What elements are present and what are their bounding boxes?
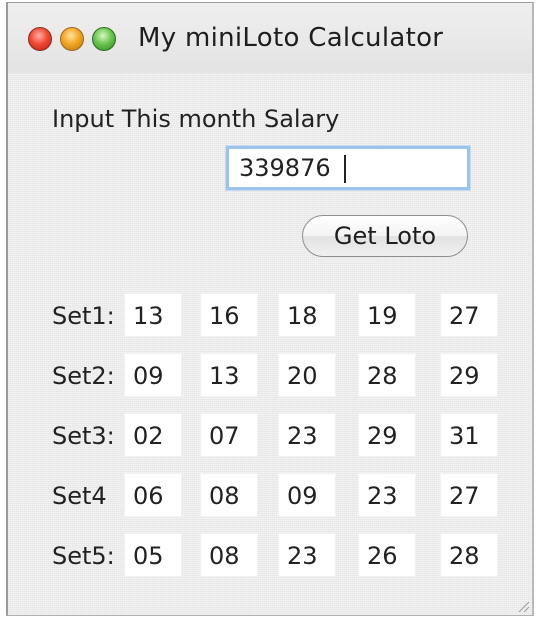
- loto-number-cell[interactable]: 05: [124, 533, 182, 577]
- set-label: Set4: [52, 482, 107, 510]
- loto-number-cell[interactable]: 13: [124, 293, 182, 337]
- loto-number-cell[interactable]: 29: [358, 413, 416, 457]
- loto-number-cell[interactable]: 16: [200, 293, 258, 337]
- close-window-button[interactable]: [28, 27, 52, 51]
- zoom-window-button[interactable]: [92, 27, 116, 51]
- set-label: Set1:: [52, 302, 115, 330]
- loto-number-cell[interactable]: 27: [440, 293, 498, 337]
- loto-number-cell[interactable]: 23: [278, 413, 336, 457]
- loto-number-cell[interactable]: 18: [278, 293, 336, 337]
- loto-number-cell[interactable]: 27: [440, 473, 498, 517]
- loto-number-cell[interactable]: 13: [200, 353, 258, 397]
- set-label: Set5:: [52, 542, 115, 570]
- loto-number-cell[interactable]: 28: [358, 353, 416, 397]
- loto-number-cell[interactable]: 28: [440, 533, 498, 577]
- salary-prompt-label: Input This month Salary: [52, 105, 340, 133]
- loto-number-cell[interactable]: 23: [358, 473, 416, 517]
- loto-number-cell[interactable]: 31: [440, 413, 498, 457]
- loto-number-cell[interactable]: 09: [124, 353, 182, 397]
- loto-number-cell[interactable]: 29: [440, 353, 498, 397]
- title-bar[interactable]: My miniLoto Calculator: [8, 3, 532, 73]
- loto-number-cell[interactable]: 23: [278, 533, 336, 577]
- loto-number-cell[interactable]: 08: [200, 473, 258, 517]
- set-label: Set2:: [52, 362, 115, 390]
- loto-number-cell[interactable]: 07: [200, 413, 258, 457]
- loto-number-cell[interactable]: 02: [124, 413, 182, 457]
- app-window: My miniLoto Calculator Input This month …: [6, 2, 534, 616]
- loto-number-cell[interactable]: 26: [358, 533, 416, 577]
- loto-number-cell[interactable]: 09: [278, 473, 336, 517]
- window-title: My miniLoto Calculator: [138, 23, 444, 53]
- loto-number-cell[interactable]: 20: [278, 353, 336, 397]
- loto-number-cell[interactable]: 06: [124, 473, 182, 517]
- get-loto-button[interactable]: Get Loto: [302, 215, 468, 257]
- loto-number-cell[interactable]: 08: [200, 533, 258, 577]
- minimize-window-button[interactable]: [60, 27, 84, 51]
- set-label: Set3:: [52, 422, 115, 450]
- salary-input[interactable]: [226, 146, 470, 190]
- text-caret: [344, 155, 346, 183]
- resize-grip-icon[interactable]: [516, 599, 530, 613]
- loto-number-cell[interactable]: 19: [358, 293, 416, 337]
